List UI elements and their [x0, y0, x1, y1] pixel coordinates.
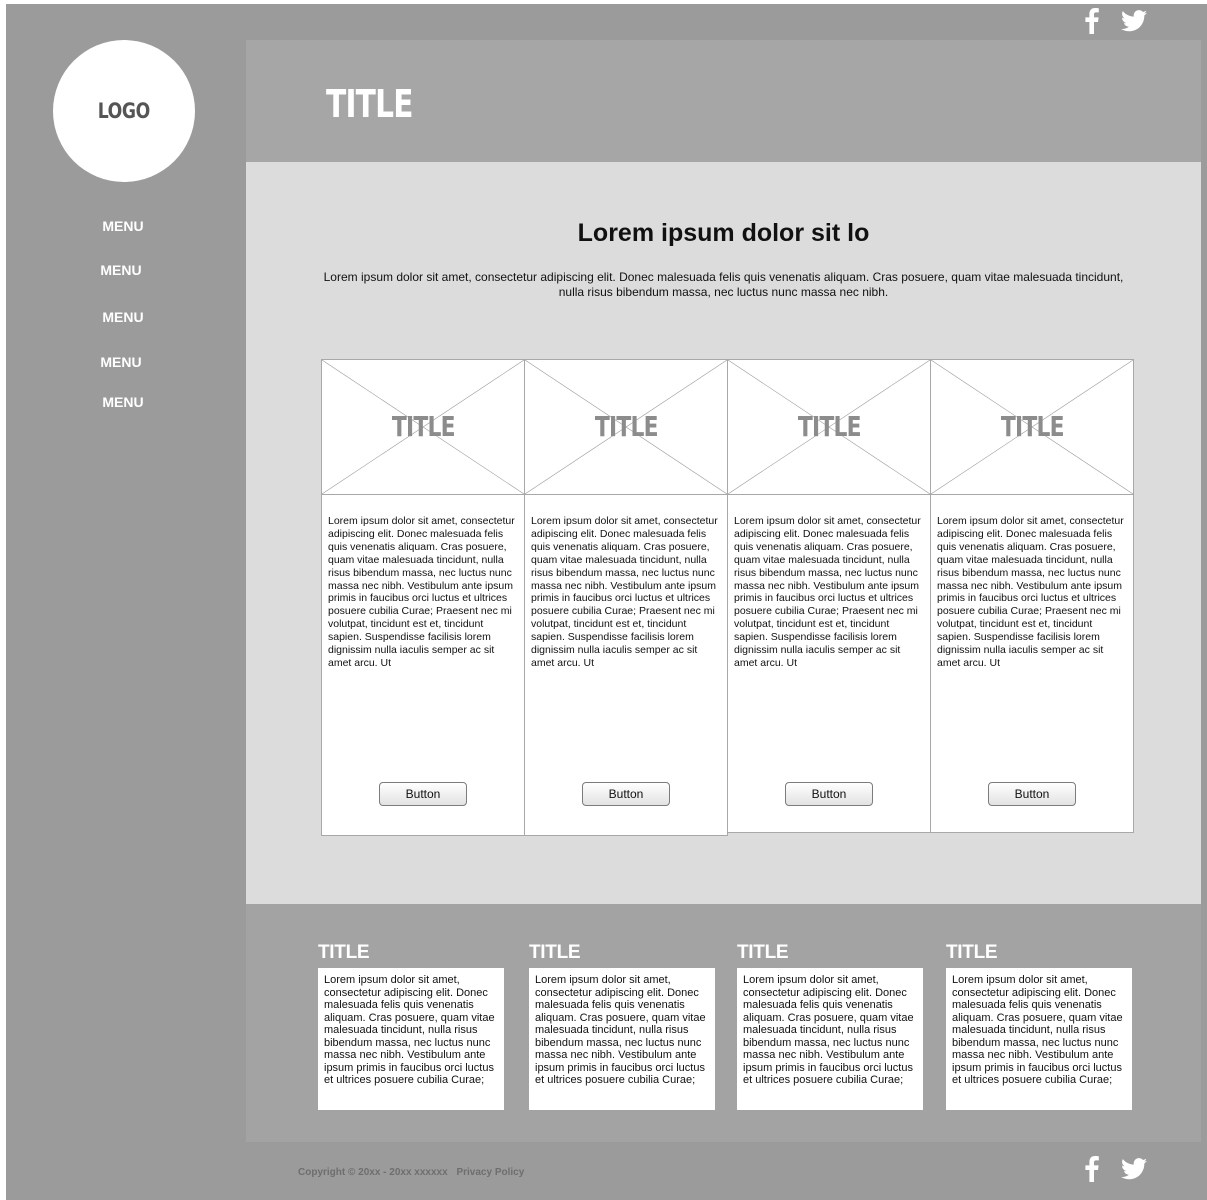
menu-item-3[interactable]: MENU	[80, 309, 166, 325]
footer-column-title: TITLE	[529, 942, 581, 963]
card-button[interactable]: Button	[785, 782, 873, 806]
social-links-bottom	[1085, 1156, 1147, 1182]
card-row: TITLE Lorem ipsum dolor sit amet, consec…	[321, 359, 1135, 839]
footer-column-3: TITLE Lorem ipsum dolor sit amet, consec…	[737, 942, 923, 1110]
menu-item-1[interactable]: MENU	[80, 218, 166, 234]
footer-column-box: Lorem ipsum dolor sit amet, consectetur …	[946, 968, 1132, 1110]
menu-item-4[interactable]: MENU	[78, 354, 164, 370]
card-4: TITLE Lorem ipsum dolor sit amet, consec…	[930, 359, 1134, 833]
footer-column-text: Lorem ipsum dolor sit amet, consectetur …	[952, 974, 1123, 1086]
header-band: TITLE	[246, 40, 1201, 162]
card-image-placeholder: TITLE	[525, 360, 727, 495]
card-image-placeholder: TITLE	[931, 360, 1133, 495]
footer-column-text: Lorem ipsum dolor sit amet, consectetur …	[324, 974, 495, 1086]
footer-column-box: Lorem ipsum dolor sit amet, consectetur …	[318, 968, 504, 1110]
logo-text: LOGO	[97, 99, 151, 123]
social-links-top	[1085, 8, 1147, 34]
page-title: TITLE	[326, 82, 413, 126]
facebook-icon[interactable]	[1085, 1156, 1099, 1182]
card-button[interactable]: Button	[379, 782, 467, 806]
card-2: TITLE Lorem ipsum dolor sit amet, consec…	[524, 359, 728, 836]
footer-column-1: TITLE Lorem ipsum dolor sit amet, consec…	[318, 942, 504, 1110]
card-text: Lorem ipsum dolor sit amet, consectetur …	[328, 515, 515, 669]
twitter-icon[interactable]	[1121, 1158, 1147, 1180]
footer-column-2: TITLE Lorem ipsum dolor sit amet, consec…	[529, 942, 715, 1110]
card-button[interactable]: Button	[988, 782, 1076, 806]
footer-column-box: Lorem ipsum dolor sit amet, consectetur …	[529, 968, 715, 1110]
main-content: Lorem ipsum dolor sit lo Lorem ipsum dol…	[246, 162, 1201, 904]
card-1: TITLE Lorem ipsum dolor sit amet, consec…	[321, 359, 525, 836]
card-3: TITLE Lorem ipsum dolor sit amet, consec…	[727, 359, 931, 833]
footer-column-text: Lorem ipsum dolor sit amet, consectetur …	[535, 974, 706, 1086]
card-image-title: TITLE	[1000, 410, 1065, 443]
card-text: Lorem ipsum dolor sit amet, consectetur …	[937, 515, 1124, 669]
menu-item-2[interactable]: MENU	[78, 262, 164, 278]
footer-column-text: Lorem ipsum dolor sit amet, consectetur …	[743, 974, 914, 1086]
card-text: Lorem ipsum dolor sit amet, consectetur …	[734, 515, 921, 669]
privacy-policy-link[interactable]: Privacy Policy	[456, 1167, 524, 1178]
card-image-title: TITLE	[594, 410, 659, 443]
card-image-title: TITLE	[391, 410, 456, 443]
twitter-icon[interactable]	[1121, 10, 1147, 32]
copyright-text: Copyright © 20xx - 20xx xxxxxx	[298, 1167, 448, 1178]
main-intro-text: Lorem ipsum dolor sit amet, consectetur …	[323, 270, 1124, 299]
footer-column-title: TITLE	[946, 942, 998, 963]
footer-column-4: TITLE Lorem ipsum dolor sit amet, consec…	[946, 942, 1132, 1110]
facebook-icon[interactable]	[1085, 8, 1099, 34]
footer-band: TITLE Lorem ipsum dolor sit amet, consec…	[246, 904, 1201, 1142]
card-text: Lorem ipsum dolor sit amet, consectetur …	[531, 515, 718, 669]
menu-item-5[interactable]: MENU	[80, 394, 166, 410]
footer-column-title: TITLE	[318, 942, 370, 963]
card-image-placeholder: TITLE	[322, 360, 524, 495]
copyright-bar: Copyright © 20xx - 20xx xxxxxx Privacy P…	[298, 1167, 524, 1178]
card-button[interactable]: Button	[582, 782, 670, 806]
card-image-title: TITLE	[797, 410, 862, 443]
main-heading: Lorem ipsum dolor sit lo	[577, 219, 870, 247]
footer-column-box: Lorem ipsum dolor sit amet, consectetur …	[737, 968, 923, 1110]
card-image-placeholder: TITLE	[728, 360, 930, 495]
logo[interactable]: LOGO	[53, 40, 195, 182]
footer-column-title: TITLE	[737, 942, 789, 963]
